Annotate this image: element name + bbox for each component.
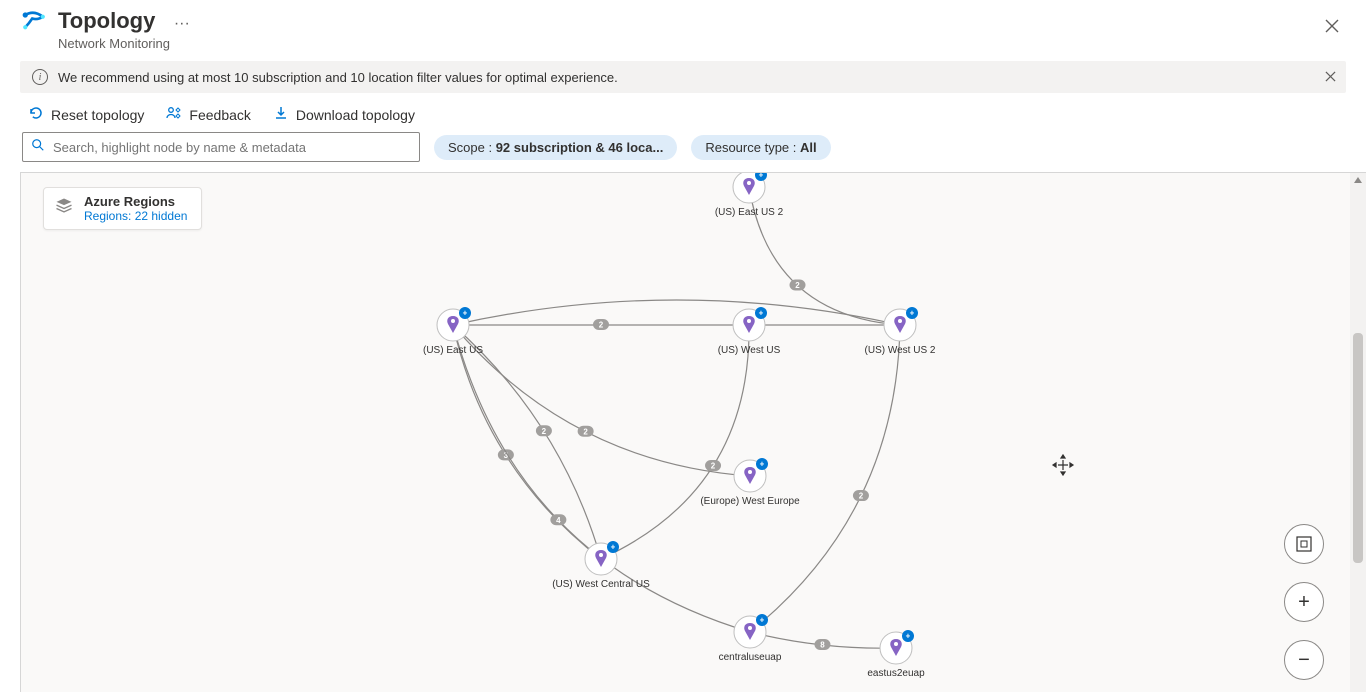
svg-text:+: +: [910, 309, 915, 318]
edge-count-badge: 2: [790, 280, 806, 291]
svg-text:2: 2: [859, 492, 864, 501]
move-cursor-icon: [1051, 453, 1075, 482]
region-node[interactable]: + (US) West US 2: [865, 307, 936, 356]
download-icon: [273, 105, 289, 124]
svg-text:+: +: [463, 309, 468, 318]
svg-text:2: 2: [542, 427, 547, 436]
info-banner: i We recommend using at most 10 subscrip…: [20, 61, 1346, 93]
filter-row: Scope : 92 subscription & 46 loca... Res…: [0, 132, 1366, 172]
scope-filter-value: 92 subscription & 46 loca...: [496, 140, 664, 155]
topology-icon: [20, 8, 48, 41]
reset-topology-button[interactable]: Reset topology: [28, 105, 144, 124]
close-button[interactable]: [1324, 18, 1340, 39]
topology-edge[interactable]: [453, 300, 900, 325]
banner-dismiss-button[interactable]: [1325, 69, 1336, 85]
zoom-out-button[interactable]: −: [1284, 640, 1324, 680]
edge-count-badge: 2: [578, 426, 594, 437]
svg-text:+: +: [611, 543, 616, 552]
vertical-scrollbar[interactable]: [1350, 173, 1366, 692]
edge-count-badge: 2: [593, 319, 609, 330]
edge-count-badge: 8: [814, 639, 830, 650]
map-controls: + −: [1284, 524, 1324, 680]
topology-edge[interactable]: [601, 325, 749, 559]
page-header: Topology ··· Network Monitoring: [0, 0, 1366, 55]
topology-edge[interactable]: [453, 325, 750, 476]
svg-text:2: 2: [583, 427, 588, 436]
topology-edge[interactable]: [750, 325, 900, 632]
region-node[interactable]: + (US) West US: [718, 307, 781, 356]
svg-text:+: +: [906, 632, 911, 641]
search-box[interactable]: [22, 132, 420, 162]
svg-text:+: +: [759, 309, 764, 318]
feedback-button[interactable]: Feedback: [166, 105, 250, 124]
region-node[interactable]: + (US) East US: [423, 307, 483, 356]
more-actions-button[interactable]: ···: [174, 15, 190, 32]
svg-text:+: +: [760, 616, 765, 625]
edge-count-badge: 2: [536, 425, 552, 436]
svg-text:8: 8: [820, 641, 825, 650]
page-subtitle: Network Monitoring: [58, 36, 190, 51]
topology-graph[interactable]: 222232428+(US) East US 2+(US) East US+(U…: [21, 173, 1366, 692]
svg-text:2: 2: [711, 462, 716, 471]
search-input[interactable]: [53, 140, 411, 155]
resource-type-filter-pill[interactable]: Resource type : All: [691, 135, 830, 160]
fit-to-screen-button[interactable]: [1284, 524, 1324, 564]
region-node-label: eastus2euap: [867, 668, 925, 679]
topology-edge[interactable]: [453, 325, 601, 559]
resource-type-filter-label: Resource type :: [705, 140, 800, 155]
edge-count-badge: 4: [550, 514, 566, 525]
region-node[interactable]: + eastus2euap: [867, 630, 925, 679]
feedback-label: Feedback: [189, 107, 250, 123]
search-icon: [31, 138, 53, 157]
svg-text:2: 2: [795, 281, 800, 290]
feedback-icon: [166, 105, 182, 124]
zoom-out-label: −: [1298, 649, 1310, 672]
scope-filter-label: Scope :: [448, 140, 496, 155]
region-node-label: (US) West US: [718, 345, 781, 356]
reset-icon: [28, 105, 44, 124]
topology-edge[interactable]: [453, 325, 601, 559]
download-topology-label: Download topology: [296, 107, 415, 123]
info-banner-text: We recommend using at most 10 subscripti…: [58, 70, 618, 85]
region-node[interactable]: + (US) East US 2: [715, 173, 784, 218]
zoom-in-label: +: [1298, 591, 1310, 614]
edge-count-badge: 2: [705, 460, 721, 471]
topology-canvas[interactable]: Azure Regions Regions: 22 hidden 2222324…: [20, 172, 1366, 692]
svg-text:+: +: [760, 460, 765, 469]
scope-filter-pill[interactable]: Scope : 92 subscription & 46 loca...: [434, 135, 677, 160]
region-node-label: centraluseuap: [719, 652, 782, 663]
region-node[interactable]: + (US) West Central US: [552, 541, 650, 590]
region-node-label: (Europe) West Europe: [700, 496, 800, 507]
region-node-label: (US) West Central US: [552, 579, 650, 590]
edge-count-badge: 2: [853, 490, 869, 501]
command-bar: Reset topology Feedback Download topolog…: [0, 93, 1366, 132]
svg-text:+: +: [759, 173, 764, 180]
zoom-in-button[interactable]: +: [1284, 582, 1324, 622]
svg-text:2: 2: [599, 321, 604, 330]
download-topology-button[interactable]: Download topology: [273, 105, 415, 124]
region-node[interactable]: + centraluseuap: [719, 614, 782, 663]
scrollbar-thumb[interactable]: [1353, 333, 1363, 563]
reset-topology-label: Reset topology: [51, 107, 144, 123]
svg-text:4: 4: [556, 516, 561, 525]
region-node-label: (US) East US 2: [715, 207, 784, 218]
page-title: Topology: [58, 8, 155, 34]
info-icon: i: [32, 69, 48, 85]
region-node-label: (US) West US 2: [865, 345, 936, 356]
region-node-label: (US) East US: [423, 345, 483, 356]
resource-type-filter-value: All: [800, 140, 817, 155]
